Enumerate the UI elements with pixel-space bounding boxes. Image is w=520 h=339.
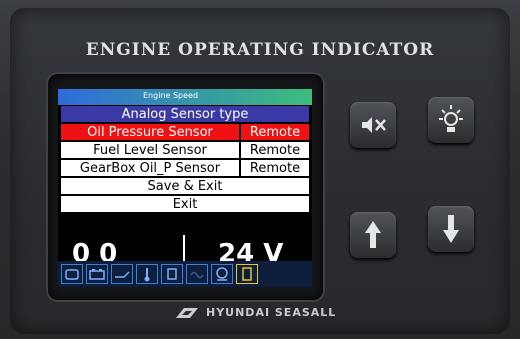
top-status-bar: Engine Speed [58, 89, 312, 105]
oil-lamp-icon [111, 264, 133, 284]
menu-item-oil-pressure[interactable]: Oil Pressure Sensor Remote [60, 123, 310, 141]
lamp-icon [439, 105, 463, 132]
menu-item-value: Remote [239, 142, 309, 158]
menu-item-value: Remote [239, 160, 309, 176]
menu-item-exit[interactable]: Exit [60, 195, 310, 213]
brand-logo: HYUNDAI SEASALL [172, 304, 362, 322]
down-button[interactable] [428, 206, 474, 252]
arrow-down-icon [443, 215, 459, 243]
brand-mark-icon [176, 308, 198, 318]
lamp-test-button[interactable] [428, 97, 474, 143]
menu-item-value: Remote [239, 124, 309, 140]
warning-icon [211, 264, 233, 284]
temperature-icon [136, 264, 158, 284]
mute-icon [362, 117, 386, 133]
engine-icon [61, 264, 83, 284]
status-icon-bar [58, 261, 312, 287]
readout-divider [183, 235, 185, 261]
menu-item-save-exit[interactable]: Save & Exit [60, 177, 310, 195]
menu-item-label: Fuel Level Sensor [93, 143, 207, 158]
arrow-up-icon [365, 221, 381, 248]
up-button[interactable] [350, 212, 396, 258]
glow-plug-icon [186, 264, 208, 284]
menu-item-gearbox-oil[interactable]: GearBox Oil_P Sensor Remote [60, 159, 310, 177]
top-bar-label: Engine Speed [143, 91, 199, 100]
brand-name: HYUNDAI SEASALL [206, 306, 337, 319]
lock-icon [236, 264, 258, 284]
battery-icon [86, 264, 108, 284]
menu-item-label: GearBox Oil_P Sensor [79, 161, 221, 176]
device-background: ENGINE OPERATING INDICATOR Engine Speed … [0, 0, 520, 339]
menu-item-label: Oil Pressure Sensor [87, 125, 213, 140]
fuel-icon [161, 264, 183, 284]
device-title: ENGINE OPERATING INDICATOR [85, 40, 435, 60]
menu-header: Analog Sensor type [60, 105, 310, 123]
mute-button[interactable] [350, 102, 396, 148]
lcd-screen: Engine Speed 0 0 24 V Analog Sensor type… [58, 89, 312, 287]
menu-item-fuel-level[interactable]: Fuel Level Sensor Remote [60, 141, 310, 159]
